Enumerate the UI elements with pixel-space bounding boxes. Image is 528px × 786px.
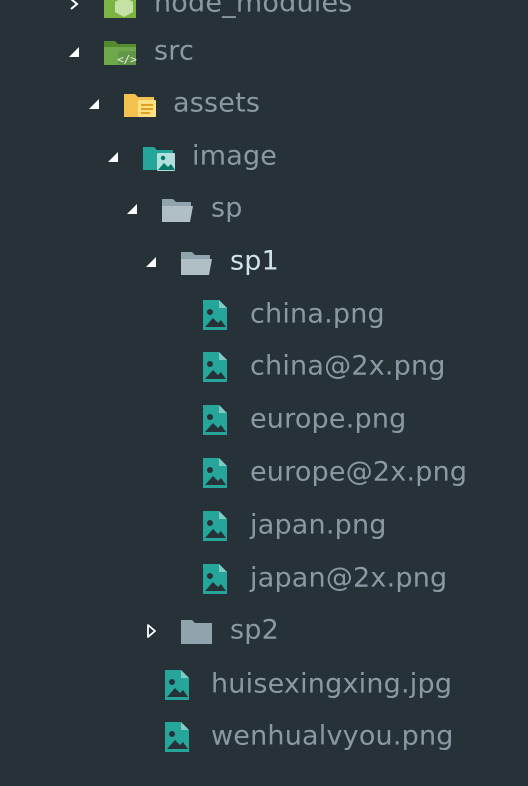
node-folder-icon — [102, 0, 138, 21]
svg-text:</>: </> — [117, 53, 137, 66]
image-file-icon — [163, 668, 191, 702]
tree-item-label: japan@2x.png — [250, 562, 448, 594]
image-file-icon — [201, 509, 229, 543]
chevron-down-icon[interactable] — [124, 201, 140, 217]
file-explorer-tree: node_modules </> src assets image sp sp1… — [0, 0, 528, 786]
tree-item-label: china.png — [250, 298, 385, 330]
folder-open-icon — [179, 245, 215, 279]
image-file-icon — [201, 403, 229, 437]
tree-item-file[interactable]: huisexingxing.jpg — [0, 659, 528, 711]
image-folder-icon — [141, 140, 179, 174]
tree-item-label: japan.png — [250, 509, 387, 541]
tree-item-image[interactable]: image — [0, 131, 528, 183]
chevron-down-icon[interactable] — [143, 254, 159, 270]
tree-item-label: assets — [173, 87, 261, 119]
tree-item-src[interactable]: </> src — [0, 26, 528, 78]
chevron-right-icon[interactable] — [66, 0, 82, 12]
tree-item-label: europe.png — [250, 403, 407, 435]
chevron-right-icon[interactable] — [143, 623, 159, 639]
folder-closed-icon — [179, 614, 215, 648]
image-file-icon — [201, 298, 229, 332]
image-file-icon — [163, 720, 191, 754]
tree-item-label: image — [192, 140, 278, 172]
chevron-down-icon[interactable] — [105, 149, 121, 165]
assets-folder-icon — [122, 87, 160, 121]
chevron-down-icon[interactable] — [66, 44, 82, 60]
tree-item-sp2[interactable]: sp2 — [0, 605, 528, 657]
tree-item-sp1[interactable]: sp1 — [0, 236, 528, 288]
tree-item-label: sp — [211, 192, 243, 224]
tree-item-label: node_modules — [154, 0, 353, 19]
tree-item-file[interactable]: china@2x.png — [0, 341, 528, 393]
tree-item-label: huisexingxing.jpg — [211, 668, 453, 700]
tree-item-file[interactable]: china.png — [0, 289, 528, 341]
tree-item-file[interactable]: wenhualvyou.png — [0, 711, 528, 763]
tree-item-label: sp2 — [230, 614, 279, 646]
tree-item-file[interactable]: japan.png — [0, 500, 528, 552]
chevron-down-icon[interactable] — [86, 96, 102, 112]
tree-item-label: china@2x.png — [250, 350, 446, 382]
tree-item-assets[interactable]: assets — [0, 78, 528, 130]
image-file-icon — [201, 456, 229, 490]
tree-item-label: wenhualvyou.png — [211, 720, 454, 752]
tree-item-label: sp1 — [230, 245, 279, 277]
tree-item-sp[interactable]: sp — [0, 183, 528, 235]
tree-item-label: europe@2x.png — [250, 456, 468, 488]
source-folder-icon: </> — [102, 35, 140, 69]
tree-item-file[interactable]: europe.png — [0, 394, 528, 446]
tree-item-file[interactable]: japan@2x.png — [0, 553, 528, 605]
folder-open-icon — [160, 192, 196, 226]
image-file-icon — [201, 350, 229, 384]
tree-item-label: src — [154, 35, 195, 67]
image-file-icon — [201, 562, 229, 596]
tree-item-file[interactable]: europe@2x.png — [0, 447, 528, 499]
